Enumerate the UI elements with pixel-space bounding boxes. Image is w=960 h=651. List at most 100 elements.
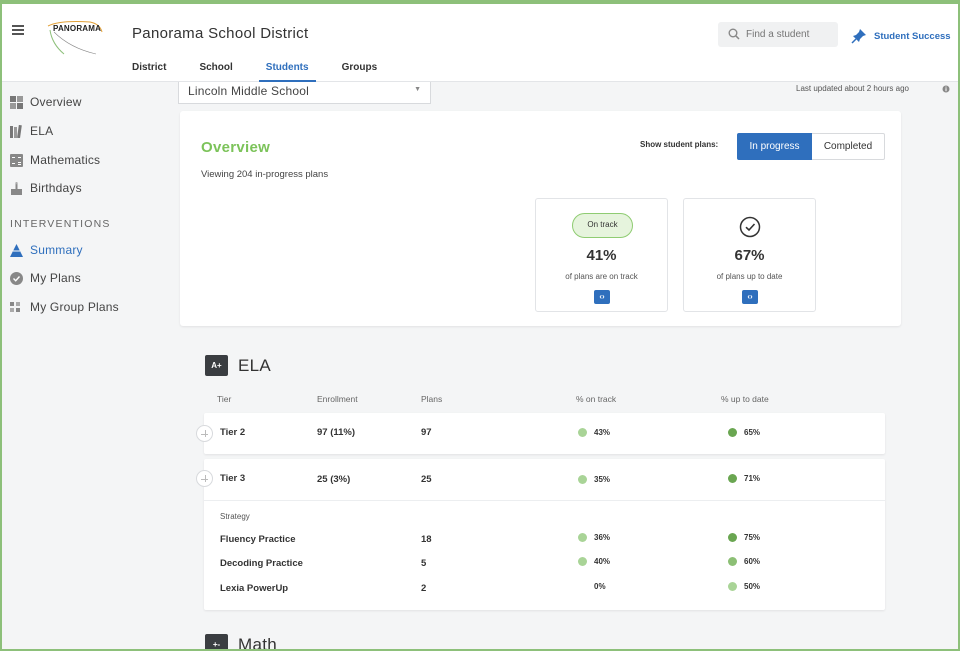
- enrollment-value: 25 (3%): [317, 474, 351, 485]
- status-dot: [578, 475, 587, 484]
- math-badge-icon: +-: [205, 634, 228, 651]
- sidebar-item-label: Summary: [30, 243, 83, 257]
- books-icon: [10, 124, 22, 138]
- sidebar-item-my-plans[interactable]: My Plans: [10, 271, 81, 285]
- search-icon: [728, 28, 740, 40]
- on-track-value: 0%: [594, 582, 606, 591]
- ela-section-header: A+ ELA: [205, 355, 271, 376]
- on-track-caption: of plans are on track: [565, 272, 638, 281]
- tier-2-row[interactable]: Tier 2 97 (11%) 97 43% 65%: [196, 413, 885, 454]
- sidebar-item-overview[interactable]: Overview: [10, 95, 82, 109]
- up-to-date-text: 50%: [744, 582, 761, 591]
- on-track-text: 40%: [594, 557, 611, 566]
- column-header-on-track: % on track: [576, 394, 617, 404]
- sidebar-item-label: Mathematics: [30, 153, 101, 167]
- up-to-date-text: 60%: [744, 557, 761, 566]
- sidebar-item-my-group-plans[interactable]: My Group Plans: [10, 300, 119, 314]
- group-grid-icon: [10, 301, 20, 312]
- check-circle-icon: [10, 271, 23, 285]
- nav-school[interactable]: School: [199, 62, 232, 82]
- info-icon[interactable]: [942, 85, 950, 93]
- on-track-text: 43%: [594, 428, 611, 437]
- status-dot: [728, 557, 737, 566]
- up-to-date-text: 65%: [744, 428, 761, 437]
- panorama-logo[interactable]: PANORAMA: [40, 18, 106, 58]
- on-track-value: 35%: [578, 475, 610, 484]
- status-dot: [578, 557, 587, 566]
- on-track-badge: On track: [572, 213, 633, 238]
- overview-card: Overview Viewing 204 in-progress plans S…: [180, 111, 901, 326]
- strategy-name: Decoding Practice: [220, 558, 303, 569]
- strategy-plans: 2: [421, 583, 427, 594]
- calculator-icon: [10, 153, 23, 167]
- on-track-text: 36%: [594, 533, 611, 542]
- row-divider: [204, 500, 885, 501]
- up-to-date-stat-card: 67% of plans up to date ‹›: [683, 198, 816, 312]
- sidebar-item-label: Birthdays: [30, 181, 82, 195]
- tier-name: Tier 3: [220, 473, 246, 484]
- up-to-date-text: 75%: [744, 533, 761, 542]
- expand-code-button[interactable]: ‹›: [594, 290, 610, 304]
- up-to-date-percent: 67%: [734, 247, 765, 264]
- strategy-plans: 18: [421, 534, 432, 545]
- sidebar-item-label: Overview: [30, 95, 82, 109]
- strategy-name: Lexia PowerUp: [220, 583, 289, 594]
- status-dot: [728, 533, 737, 542]
- pin-icon: [851, 29, 866, 44]
- math-section-header: +- Math: [205, 634, 277, 651]
- on-track-stat-card: On track 41% of plans are on track ‹›: [535, 198, 668, 312]
- status-dot: [728, 474, 737, 483]
- chevron-down-icon: ▼: [414, 86, 421, 93]
- on-track-value: 40%: [578, 557, 610, 566]
- expand-row-icon[interactable]: [196, 470, 213, 487]
- column-header-enrollment: Enrollment: [317, 394, 358, 404]
- plan-status-toggle: In progress Completed: [737, 133, 885, 160]
- main-nav: District School Students Groups: [132, 62, 410, 82]
- school-select[interactable]: Lincoln Middle School ▼: [178, 82, 431, 104]
- district-name: Panorama School District: [132, 25, 309, 42]
- dashboard-icon: [10, 95, 23, 109]
- completed-button[interactable]: Completed: [812, 133, 885, 160]
- sidebar-item-label: My Group Plans: [30, 300, 119, 314]
- math-section-title: Math: [238, 634, 277, 651]
- sidebar-item-birthdays[interactable]: Birthdays: [10, 181, 82, 195]
- nav-students[interactable]: Students: [258, 62, 316, 82]
- tier-3-row[interactable]: Tier 3 25 (3%) 25 35% 71% Strategy Fluen…: [196, 459, 885, 610]
- sidebar-item-summary[interactable]: Summary: [10, 243, 83, 257]
- top-header: PANORAMA Panorama School District Studen…: [0, 0, 960, 82]
- plans-value: 97: [421, 427, 432, 438]
- ela-badge-icon: A+: [205, 355, 228, 376]
- column-header-plans: Plans: [421, 394, 443, 404]
- sidebar-item-mathematics[interactable]: Mathematics: [10, 153, 100, 167]
- on-track-text: 35%: [594, 475, 611, 484]
- up-to-date-value: 50%: [728, 582, 760, 591]
- strategy-plans: 5: [421, 558, 427, 569]
- up-to-date-value: 75%: [728, 533, 760, 542]
- sidebar-item-ela[interactable]: ELA: [10, 124, 53, 138]
- on-track-percent: 41%: [586, 247, 617, 264]
- nav-district[interactable]: District: [132, 62, 166, 82]
- tier-name: Tier 2: [220, 427, 246, 438]
- last-updated-text: Last updated about 2 hours ago: [796, 84, 909, 93]
- status-dot: [578, 533, 587, 542]
- on-track-value: 43%: [578, 428, 610, 437]
- school-select-value: Lincoln Middle School: [188, 84, 309, 98]
- expand-row-icon[interactable]: [196, 425, 213, 442]
- expand-code-button[interactable]: ‹›: [742, 290, 758, 304]
- student-success-label: Student Success: [874, 30, 951, 42]
- student-success-link[interactable]: Student Success: [851, 27, 951, 45]
- up-to-date-value: 65%: [728, 428, 760, 437]
- overview-title: Overview: [201, 139, 271, 156]
- nav-groups[interactable]: Groups: [342, 62, 378, 82]
- overview-subtitle: Viewing 204 in-progress plans: [201, 169, 329, 180]
- sidebar-item-label: ELA: [30, 124, 54, 138]
- status-dot: [578, 428, 587, 437]
- status-dot: [728, 582, 737, 591]
- strategy-label: Strategy: [220, 512, 250, 521]
- hamburger-menu-icon[interactable]: [12, 25, 24, 37]
- in-progress-button[interactable]: In progress: [737, 133, 812, 160]
- search-input[interactable]: [746, 26, 834, 43]
- column-header-tier: Tier: [217, 394, 232, 404]
- plans-value: 25: [421, 474, 432, 485]
- student-search[interactable]: [718, 22, 838, 47]
